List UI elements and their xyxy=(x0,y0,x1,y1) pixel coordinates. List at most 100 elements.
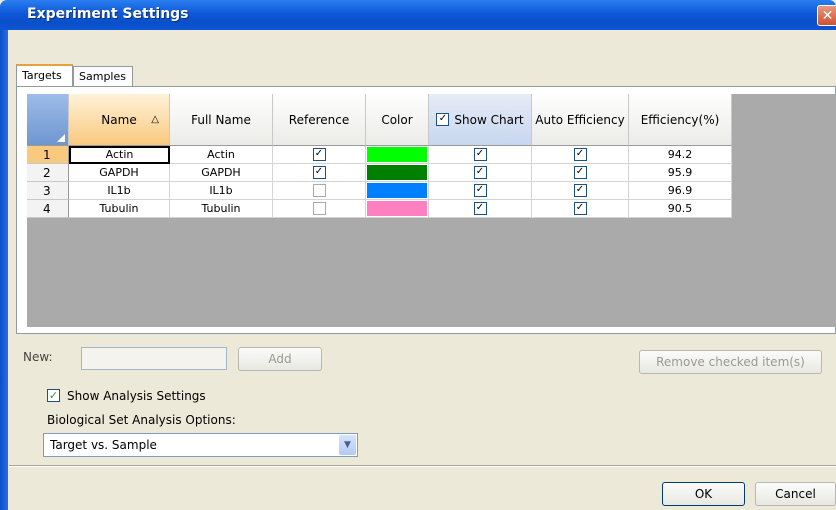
tab-samples[interactable]: Samples xyxy=(73,66,133,86)
show-chart-cell[interactable]: ✓ xyxy=(429,164,532,182)
show-chart-checkbox[interactable]: ✓ xyxy=(473,165,487,179)
efficiency-cell[interactable]: 94.2 xyxy=(629,146,732,164)
reference-cell[interactable] xyxy=(273,182,366,200)
reference-cell[interactable]: ✓ xyxy=(273,146,366,164)
efficiency-cell[interactable]: 90.5 xyxy=(629,200,732,218)
column-header-name[interactable]: Name △ xyxy=(69,94,170,146)
color-cell[interactable] xyxy=(366,182,429,200)
auto-eff-checkbox[interactable]: ✓ xyxy=(573,165,587,179)
full-name-cell[interactable]: Actin xyxy=(170,146,273,164)
column-header-color-label: Color xyxy=(381,113,413,127)
color-swatch[interactable] xyxy=(367,183,427,198)
efficiency-cell-text: 94.2 xyxy=(667,148,693,161)
targets-grid: Name △ Full Name Reference Color ✓ Show C… xyxy=(27,94,836,327)
grid-corner-select-all[interactable] xyxy=(27,94,69,146)
full-name-cell-text: Actin xyxy=(207,148,235,161)
close-icon: ✕ xyxy=(821,8,834,24)
ok-button-label: OK xyxy=(694,487,713,501)
title-bar[interactable]: Experiment Settings ✕ xyxy=(0,0,836,30)
column-header-show-chart-label: Show Chart xyxy=(454,113,524,127)
new-target-input[interactable] xyxy=(81,347,227,370)
column-header-efficiency[interactable]: Efficiency(%) xyxy=(629,94,732,146)
show-analysis-settings-checkbox[interactable]: ✓ xyxy=(47,389,60,402)
chevron-down-icon[interactable]: ▼ xyxy=(339,435,356,455)
show-chart-checkbox[interactable]: ✓ xyxy=(473,183,487,197)
row-header[interactable]: 2 xyxy=(27,164,69,182)
window-title: Experiment Settings xyxy=(27,6,189,22)
column-header-auto-efficiency-label: Auto Efficiency xyxy=(535,113,625,127)
efficiency-cell[interactable]: 96.9 xyxy=(629,182,732,200)
column-header-show-chart[interactable]: ✓ Show Chart xyxy=(429,94,532,146)
efficiency-cell-text: 95.9 xyxy=(667,166,693,179)
column-header-auto-efficiency[interactable]: Auto Efficiency xyxy=(532,94,629,146)
full-name-cell[interactable]: GAPDH xyxy=(170,164,273,182)
name-cell-text: Tubulin xyxy=(99,202,139,215)
column-header-reference-label: Reference xyxy=(288,113,350,127)
column-header-color[interactable]: Color xyxy=(366,94,429,146)
reference-checkbox[interactable]: ✓ xyxy=(312,165,326,179)
column-header-efficiency-label: Efficiency(%) xyxy=(640,113,720,127)
name-cell-text: Actin xyxy=(105,148,134,161)
column-header-reference[interactable]: Reference xyxy=(273,94,366,146)
color-swatch[interactable] xyxy=(367,201,427,216)
ok-button[interactable]: OK xyxy=(662,482,745,506)
sort-ascending-icon: △ xyxy=(151,114,159,125)
full-name-cell-text: Tubulin xyxy=(201,202,241,215)
auto-efficiency-cell[interactable]: ✓ xyxy=(532,146,629,164)
cancel-button[interactable]: Cancel xyxy=(755,482,836,506)
full-name-cell-text: GAPDH xyxy=(201,166,241,179)
reference-cell[interactable]: ✓ xyxy=(273,164,366,182)
tab-targets[interactable]: Targets xyxy=(16,64,73,86)
show-chart-cell[interactable]: ✓ xyxy=(429,182,532,200)
add-button[interactable]: Add xyxy=(238,347,322,371)
name-cell[interactable]: Tubulin xyxy=(69,200,170,218)
show-chart-checkbox[interactable]: ✓ xyxy=(473,147,487,161)
full-name-cell[interactable]: IL1b xyxy=(170,182,273,200)
name-cell[interactable]: IL1b xyxy=(69,182,170,200)
name-cell-text: IL1b xyxy=(107,184,131,197)
show-chart-all-checkbox[interactable]: ✓ xyxy=(436,113,450,126)
biological-set-options-label: Biological Set Analysis Options: xyxy=(47,413,236,427)
reference-checkbox[interactable] xyxy=(312,183,326,197)
tab-samples-label: Samples xyxy=(79,70,126,83)
row-header[interactable]: 3 xyxy=(27,182,69,200)
experiment-settings-dialog: Experiment Settings ✕ Targets Samples Na… xyxy=(0,0,836,510)
auto-eff-checkbox[interactable]: ✓ xyxy=(573,183,587,197)
reference-cell[interactable] xyxy=(273,200,366,218)
check-icon: ✓ xyxy=(48,389,59,402)
reference-checkbox[interactable] xyxy=(312,201,326,215)
auto-efficiency-cell[interactable]: ✓ xyxy=(532,200,629,218)
tab-targets-label: Targets xyxy=(22,69,62,82)
auto-efficiency-cell[interactable]: ✓ xyxy=(532,164,629,182)
show-chart-cell[interactable]: ✓ xyxy=(429,200,532,218)
remove-checked-items-label: Remove checked item(s) xyxy=(656,355,805,369)
color-cell[interactable] xyxy=(366,200,429,218)
efficiency-cell-text: 90.5 xyxy=(667,202,693,215)
select-all-icon xyxy=(57,134,65,142)
color-cell[interactable] xyxy=(366,164,429,182)
name-cell[interactable]: Actin xyxy=(69,146,170,164)
full-name-cell[interactable]: Tubulin xyxy=(170,200,273,218)
reference-checkbox[interactable]: ✓ xyxy=(312,147,326,161)
remove-checked-items-button[interactable]: Remove checked item(s) xyxy=(639,350,822,374)
auto-efficiency-cell[interactable]: ✓ xyxy=(532,182,629,200)
row-header[interactable]: 4 xyxy=(27,200,69,218)
name-cell[interactable]: GAPDH xyxy=(69,164,170,182)
auto-eff-checkbox[interactable]: ✓ xyxy=(573,201,587,215)
color-swatch[interactable] xyxy=(367,165,427,180)
new-label: New: xyxy=(23,350,53,364)
column-header-full-name[interactable]: Full Name xyxy=(170,94,273,146)
close-button[interactable]: ✕ xyxy=(817,5,836,26)
show-chart-checkbox[interactable]: ✓ xyxy=(473,201,487,215)
color-cell[interactable] xyxy=(366,146,429,164)
efficiency-cell[interactable]: 95.9 xyxy=(629,164,732,182)
name-cell-text: GAPDH xyxy=(99,166,139,179)
biological-set-options-select[interactable]: Target vs. Sample ▼ xyxy=(43,433,358,457)
color-swatch[interactable] xyxy=(367,147,427,162)
column-header-name-label: Name xyxy=(101,113,137,127)
row-header[interactable]: 1 xyxy=(27,146,69,164)
auto-eff-checkbox[interactable]: ✓ xyxy=(573,147,587,161)
add-button-label: Add xyxy=(268,352,292,366)
biological-set-options-value: Target vs. Sample xyxy=(50,438,157,452)
show-chart-cell[interactable]: ✓ xyxy=(429,146,532,164)
